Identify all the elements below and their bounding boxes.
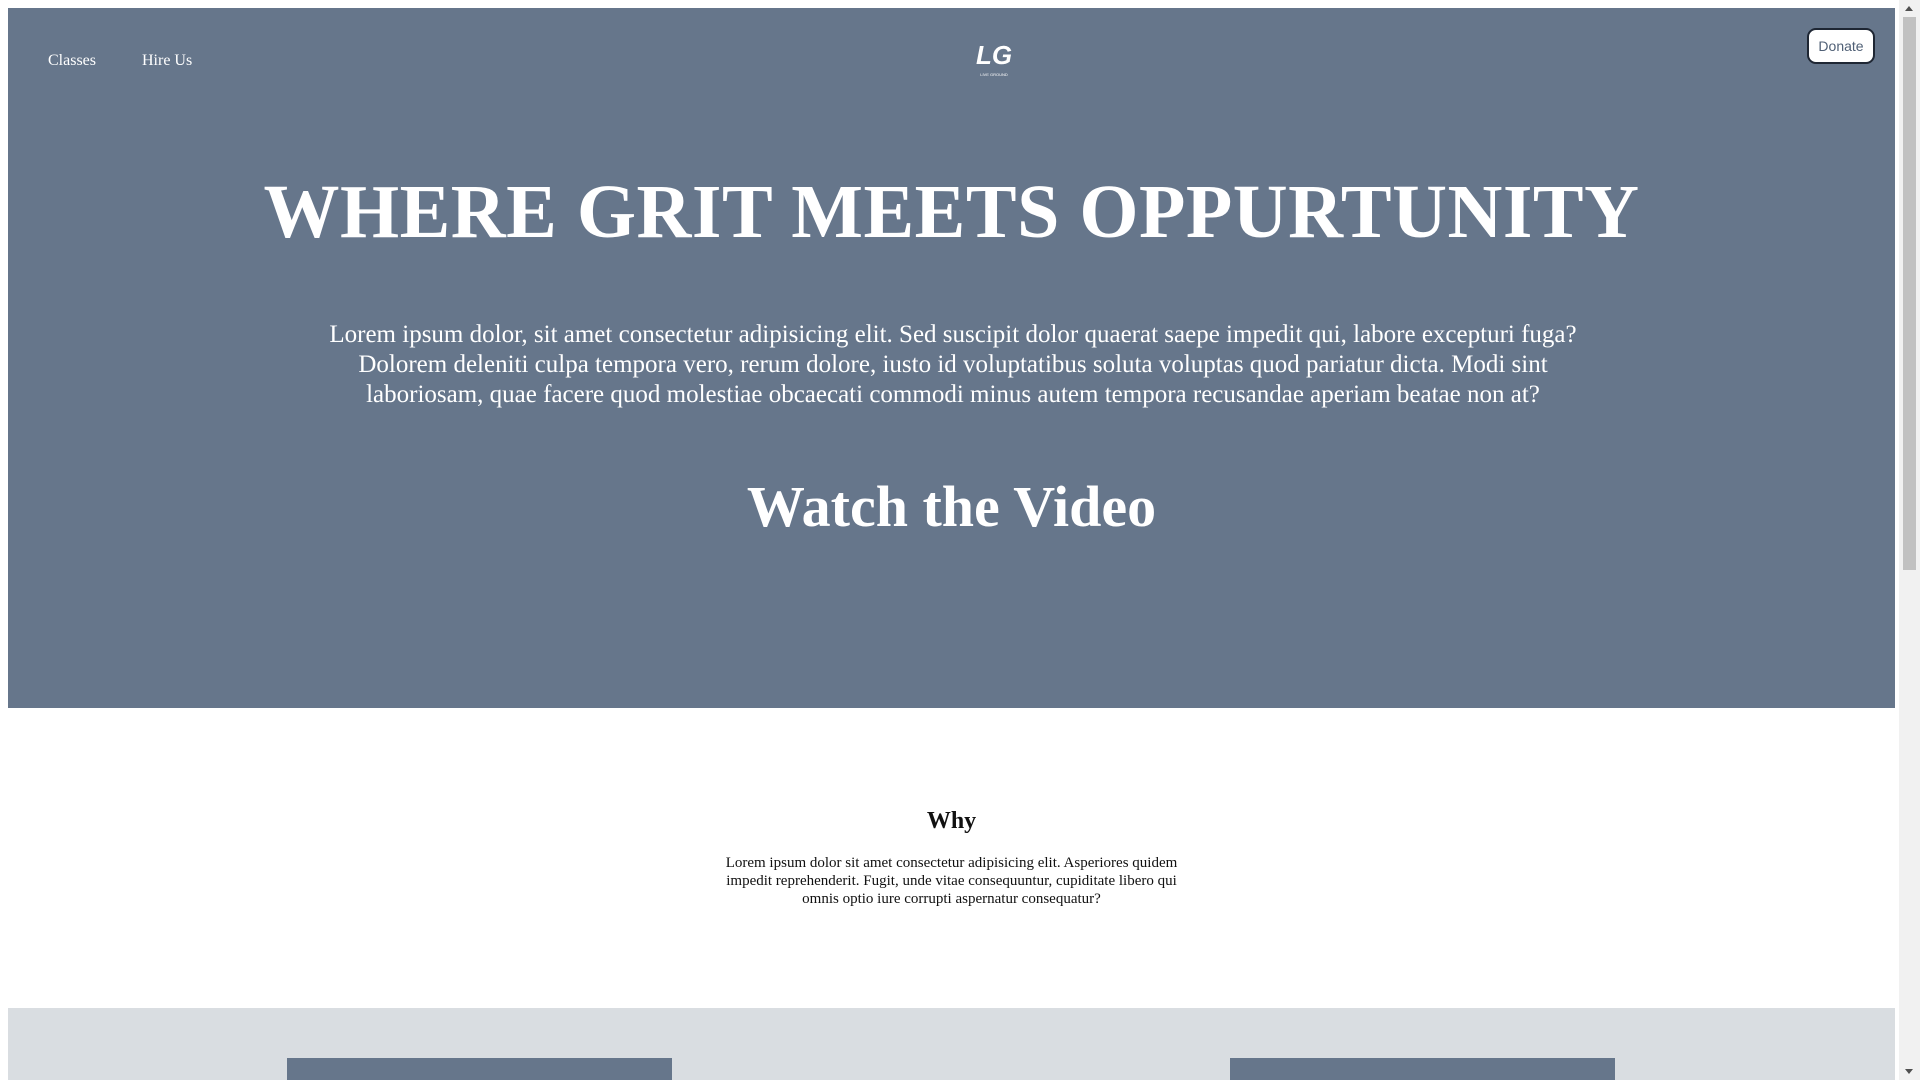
watch-video-heading[interactable]: Watch the Video [8,478,1895,536]
donate-button[interactable]: Donate [1807,28,1875,64]
nav-link-hire-us[interactable]: Hire Us [142,52,192,70]
vertical-scrollbar[interactable] [1899,0,1920,1080]
nav-link-classes[interactable]: Classes [48,52,96,70]
hero-description: Lorem ipsum dolor, sit amet consectetur … [329,321,1577,408]
hero-section: Classes Hire Us LG LIVE GROUND Donate WH… [8,8,1895,708]
scroll-down-arrow-icon[interactable] [1905,1069,1913,1074]
card-right [1230,1058,1615,1080]
hero-title: WHERE GRIT MEETS OPPURTUNITY [263,170,1640,254]
why-heading: Why [926,808,977,834]
why-description: Lorem ipsum dolor sit amet consectetur a… [725,855,1178,907]
scroll-up-arrow-icon[interactable] [1905,6,1913,11]
cards-section [8,1008,1895,1080]
logo-text: LG [976,40,1012,70]
lg-logo-icon[interactable]: LG LIVE GROUND [976,36,1012,80]
page: Classes Hire Us LG LIVE GROUND Donate WH… [0,0,1899,1080]
card-left [287,1058,672,1080]
scrollbar-thumb[interactable] [1903,17,1916,570]
logo-subtext: LIVE GROUND [980,72,1008,77]
